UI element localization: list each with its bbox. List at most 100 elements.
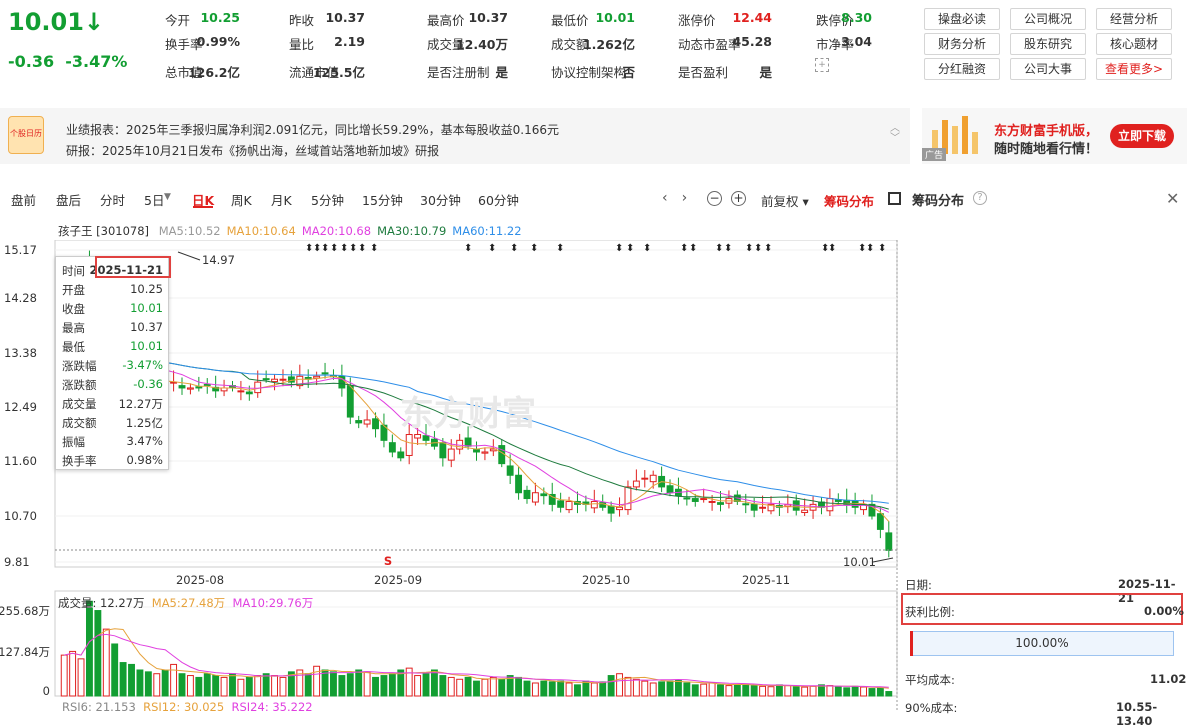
candle <box>506 465 514 476</box>
volume-bar <box>851 685 859 697</box>
volume-bar <box>111 643 119 697</box>
shortcut-button[interactable]: 股东研究 <box>1010 33 1086 55</box>
fullscreen-icon[interactable] <box>888 192 901 205</box>
ad-banner[interactable]: 广告 东方财富手机版， 随时随地看行情！ 立即下载 <box>922 108 1187 164</box>
prev-icon[interactable]: ‹ <box>662 190 682 206</box>
volume-bar <box>616 673 623 697</box>
candle <box>607 505 615 514</box>
candle <box>717 502 724 505</box>
candle <box>271 378 279 383</box>
calendar-icon[interactable]: 个股日历 <box>8 116 44 154</box>
volume-bar <box>599 681 607 697</box>
volume-bar <box>649 682 657 697</box>
volume-bar <box>195 676 203 697</box>
tab-period[interactable]: 60分钟 <box>478 190 519 209</box>
zoom-out-icon[interactable]: − <box>707 191 722 206</box>
candle <box>254 381 262 394</box>
dropdown-icon[interactable]: ▼ <box>164 192 171 202</box>
tooltip-value: 3.47% <box>126 434 163 448</box>
shortcut-button[interactable]: 公司概况 <box>1010 8 1086 30</box>
tooltip-value: -3.47% <box>122 358 163 372</box>
adjust-select[interactable]: 前复权 ▾ <box>761 191 809 210</box>
volume-bar <box>574 684 581 697</box>
quote-value: 126.2亿 <box>187 65 240 80</box>
earnings-line[interactable]: 业绩报表：2025年三季报归属净利润2.091亿元，同比增长59.29%，基本每… <box>66 121 559 138</box>
report-line[interactable]: 研报：2025年10月21日发布《扬帆出海，丝域首站落地新加坡》研报 <box>66 142 439 159</box>
tab-period[interactable]: 5分钟 <box>311 190 344 209</box>
y-tick: 14.28 <box>4 291 37 305</box>
volume-bar <box>834 686 842 697</box>
tab-period[interactable]: 周K <box>231 190 252 209</box>
volume-bar <box>338 675 346 697</box>
low-label: 10.01 <box>843 555 876 569</box>
tooltip-label: 收盘 <box>62 302 85 316</box>
tooltip-value: 10.25 <box>130 282 163 296</box>
event-marker: ⬍ <box>764 243 772 254</box>
x-tick: 2025-10 <box>582 573 630 587</box>
shortcut-button[interactable]: 操盘必读 <box>924 8 1000 30</box>
volume-bar <box>876 687 884 697</box>
shortcut-button[interactable]: 财务分析 <box>924 33 1000 55</box>
volume-bar <box>102 628 110 697</box>
volume-bar <box>531 682 539 697</box>
candle <box>473 449 480 453</box>
y-tick: 15.17 <box>4 243 37 257</box>
tab-period[interactable]: 盘前 <box>11 190 36 209</box>
scroll-arrows-icon[interactable]: ︿ ﹀ <box>890 124 900 144</box>
tab-period[interactable]: 15分钟 <box>362 190 403 209</box>
close-icon[interactable]: ✕ <box>1166 189 1179 208</box>
shortcut-button[interactable]: 公司大事 <box>1010 58 1086 80</box>
volume-bar <box>237 678 245 697</box>
quote-value: 45.28 <box>732 34 772 49</box>
shortcut-button[interactable]: 查看更多> <box>1096 58 1172 80</box>
zoom-in-icon[interactable]: + <box>731 191 746 206</box>
shortcut-button[interactable]: 经营分析 <box>1096 8 1172 30</box>
volume-bar <box>607 675 615 697</box>
volume-bar <box>439 675 447 697</box>
volume-bar <box>279 676 287 697</box>
volume-bar <box>683 682 691 697</box>
expand-icon[interactable]: + <box>815 58 829 72</box>
shortcut-button[interactable]: 分红融资 <box>924 58 1000 80</box>
chip-toggle[interactable]: 筹码分布 <box>824 191 874 210</box>
volume-bar <box>447 676 455 697</box>
volume-bar <box>161 669 169 697</box>
y-tick: 11.60 <box>4 454 37 468</box>
tab-period[interactable]: 月K <box>271 190 292 209</box>
cost-bar-marker <box>910 631 913 656</box>
next-icon[interactable]: › <box>682 190 702 206</box>
tooltip-label: 开盘 <box>62 283 85 297</box>
download-button[interactable]: 立即下载 <box>1110 124 1174 148</box>
volume-bar <box>136 669 144 697</box>
volume-bar <box>321 669 329 697</box>
volume-bar <box>229 673 236 697</box>
quote-value: 是 <box>759 65 772 80</box>
volume-bar <box>86 600 93 697</box>
event-marker: ⬍ <box>866 243 874 254</box>
volume-bar <box>170 663 178 697</box>
vol-y-tick: 127.84万 <box>0 645 50 659</box>
quote-value: 8.30 <box>841 10 872 25</box>
volume-bar <box>733 684 741 697</box>
candle <box>826 498 834 512</box>
tab-period[interactable]: 5日 <box>144 190 164 209</box>
volume-bar <box>304 673 312 697</box>
candle <box>262 378 270 381</box>
shortcut-button[interactable]: 核心题材 <box>1096 33 1172 55</box>
tab-period[interactable]: 30分钟 <box>420 190 461 209</box>
candle <box>346 385 354 418</box>
candle <box>363 419 371 425</box>
quote-value: 10.37 <box>468 10 508 25</box>
volume-bar <box>489 676 497 697</box>
event-marker: ⬍ <box>615 243 623 254</box>
volume-bar <box>212 675 220 697</box>
tab-period[interactable]: 盘后 <box>56 190 81 209</box>
help-icon[interactable]: ? <box>973 191 987 205</box>
event-marker: ⬍ <box>754 243 762 254</box>
volume-bar <box>691 684 699 697</box>
candle <box>708 500 716 503</box>
volume-bar <box>759 685 767 697</box>
tab-period[interactable]: 分时 <box>100 190 125 209</box>
event-marker: ⬍ <box>626 243 634 254</box>
candle <box>203 383 211 386</box>
